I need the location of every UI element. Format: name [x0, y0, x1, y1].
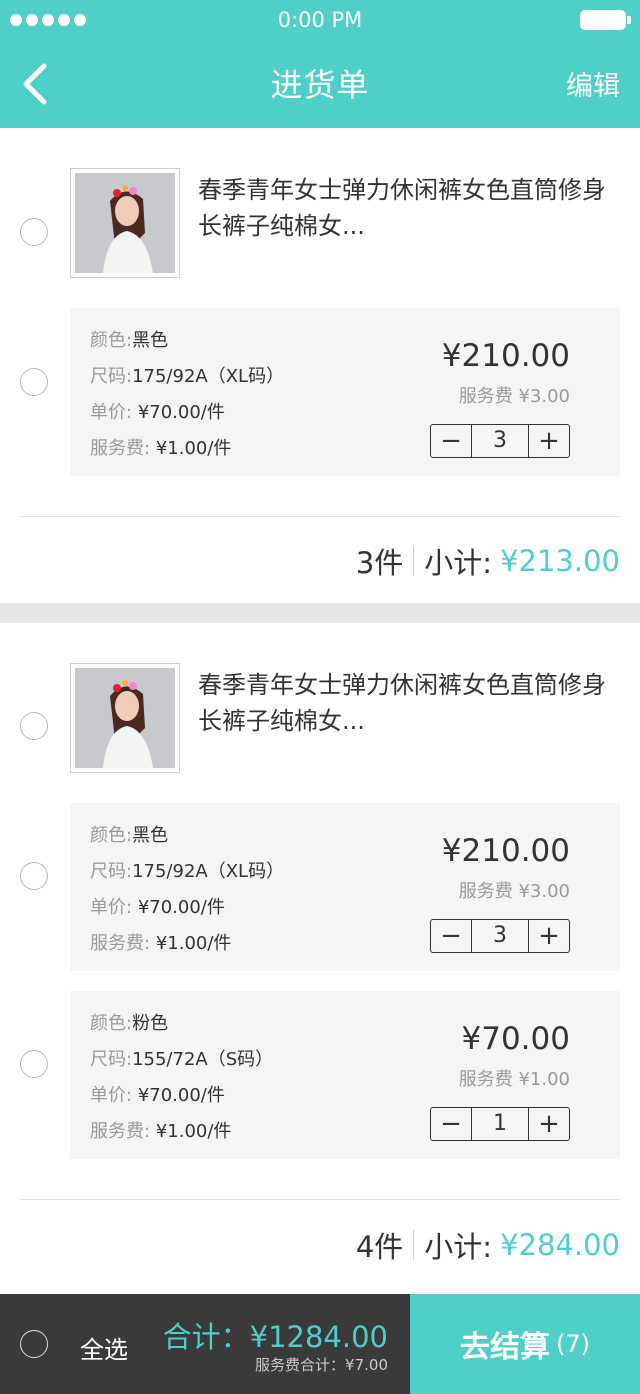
- order-subtotal: 3件 小计: ¥213.00: [356, 540, 620, 582]
- variant-size: 尺码:175/92A（XL码）: [90, 366, 285, 387]
- variant-card: 颜色:粉色 尺码:155/72A（S码） 单价: ¥70.00/件 服务费: ¥…: [70, 991, 620, 1159]
- item-count: 4件: [355, 1230, 404, 1264]
- variant-service-fee: 服务费 ¥1.00: [458, 1069, 570, 1090]
- product-title[interactable]: 春季青年女士弹力休闲裤女色直筒修身长裤子纯棉女...: [198, 172, 608, 244]
- variant-select-radio[interactable]: [20, 368, 48, 396]
- variant-fee: 服务费: ¥1.00/件: [90, 933, 232, 954]
- variant-select-radio[interactable]: [20, 1050, 48, 1078]
- quantity-value[interactable]: 3: [472, 425, 528, 457]
- divider: [20, 516, 620, 517]
- variant-color: 颜色:黑色: [90, 825, 169, 846]
- plus-button[interactable]: +: [528, 920, 569, 952]
- grand-total: 合计：¥1284.00: [162, 1320, 388, 1354]
- variant-size: 尺码:175/92A（XL码）: [90, 861, 285, 882]
- select-all-label[interactable]: 全选: [80, 1330, 128, 1365]
- product-thumbnail[interactable]: [70, 663, 180, 773]
- edit-button[interactable]: 编辑: [566, 64, 620, 103]
- variant-service-fee: 服务费 ¥3.00: [458, 386, 570, 407]
- divider: [20, 1199, 620, 1200]
- variant-price: ¥70.00: [461, 1021, 570, 1057]
- variant-card: 颜色:黑色 尺码:175/92A（XL码） 单价: ¥70.00/件 服务费: …: [70, 803, 620, 971]
- service-fee-total: 服务费合计：¥7.00: [255, 1356, 388, 1374]
- subtotal-amount: ¥213.00: [500, 544, 620, 578]
- subtotal-amount: ¥284.00: [500, 1228, 620, 1262]
- select-all-radio[interactable]: [20, 1330, 48, 1358]
- quantity-stepper: − 3 +: [430, 424, 570, 458]
- checkout-label: 去结算: [460, 1330, 550, 1365]
- plus-button[interactable]: +: [528, 1108, 569, 1140]
- checkout-count: (7): [556, 1330, 590, 1358]
- quantity-stepper: − 3 +: [430, 919, 570, 953]
- quantity-value[interactable]: 1: [472, 1108, 528, 1140]
- variant-color: 颜色:黑色: [90, 330, 169, 351]
- product-thumbnail[interactable]: [70, 168, 180, 278]
- variant-fee: 服务费: ¥1.00/件: [90, 438, 232, 459]
- product-image: [75, 173, 175, 273]
- variant-size: 尺码:155/72A（S码）: [90, 1049, 274, 1070]
- variant-unit-price: 单价: ¥70.00/件: [90, 402, 225, 423]
- order-subtotal: 4件 小计: ¥284.00: [356, 1224, 620, 1266]
- subtotal-label: 小计:: [424, 1230, 493, 1264]
- section-separator: [0, 603, 640, 623]
- status-time: 0:00 PM: [277, 8, 363, 32]
- quantity-stepper: − 1 +: [430, 1107, 570, 1141]
- app-header: 0:00 PM 进货单 编辑: [0, 0, 640, 128]
- quantity-value[interactable]: 3: [472, 920, 528, 952]
- product-title[interactable]: 春季青年女士弹力休闲裤女色直筒修身长裤子纯棉女...: [198, 667, 608, 739]
- variant-unit-price: 单价: ¥70.00/件: [90, 1085, 225, 1106]
- variant-service-fee: 服务费 ¥3.00: [458, 881, 570, 902]
- minus-button[interactable]: −: [431, 1108, 472, 1140]
- plus-button[interactable]: +: [528, 425, 569, 457]
- order-select-radio[interactable]: [20, 712, 48, 740]
- subtotal-label: 小计:: [424, 546, 493, 580]
- page-title: 进货单: [270, 66, 370, 104]
- minus-button[interactable]: −: [431, 425, 472, 457]
- checkout-bar: 全选 合计：¥1284.00 服务费合计：¥7.00 去结算 (7): [0, 1294, 640, 1394]
- variant-color: 颜色:粉色: [90, 1013, 169, 1034]
- item-count: 3件: [355, 546, 404, 580]
- order-select-radio[interactable]: [20, 218, 48, 246]
- variant-price: ¥210.00: [441, 338, 570, 374]
- checkout-button[interactable]: 去结算 (7): [410, 1294, 640, 1394]
- variant-card: 颜色:黑色 尺码:175/92A（XL码） 单价: ¥70.00/件 服务费: …: [70, 308, 620, 476]
- minus-button[interactable]: −: [431, 920, 472, 952]
- variant-select-radio[interactable]: [20, 862, 48, 890]
- battery-icon: [580, 10, 631, 30]
- variant-fee: 服务费: ¥1.00/件: [90, 1121, 232, 1142]
- variant-price: ¥210.00: [441, 833, 570, 869]
- product-image: [75, 668, 175, 768]
- variant-unit-price: 单价: ¥70.00/件: [90, 897, 225, 918]
